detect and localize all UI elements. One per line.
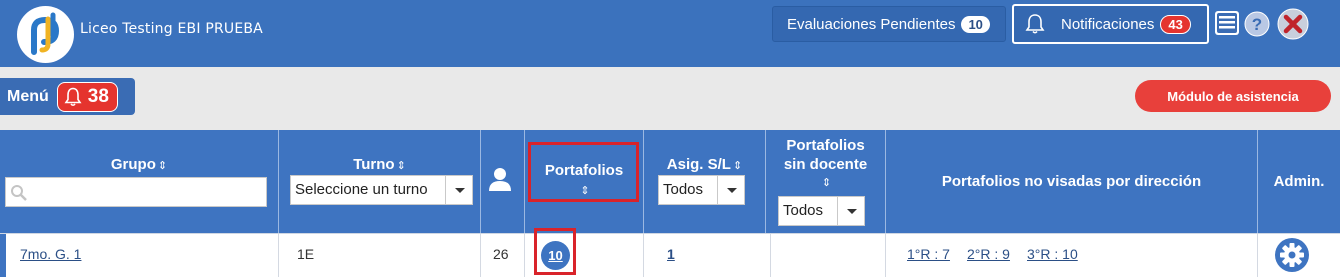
column-grupo: Grupo ⇕ — [0, 130, 279, 233]
logo-icon — [17, 6, 74, 63]
sort-icon[interactable]: ⇕ — [158, 160, 167, 172]
grupo-search-input[interactable] — [5, 177, 267, 207]
portafolios-count-link[interactable]: 10 — [541, 241, 570, 270]
pending-evaluations-button[interactable]: Evaluaciones Pendientes 10 — [772, 6, 1006, 42]
column-no-visadas: Portafolios no visadas por dirección — [886, 130, 1258, 233]
sort-icon[interactable]: ⇕ — [768, 174, 885, 193]
column-turno-header[interactable]: Turno ⇕ — [279, 156, 480, 173]
top-bar: Liceo Testing EBI PRUEBA Evaluaciones Pe… — [0, 0, 1340, 67]
chevron-down-icon — [717, 176, 744, 204]
notifications-count: 43 — [1160, 14, 1191, 34]
app-title: Liceo Testing EBI PRUEBA — [80, 21, 263, 37]
column-admin: Admin. — [1258, 130, 1340, 233]
menu-label: Menú — [7, 87, 49, 105]
portafolios-highlight-box — [528, 142, 639, 202]
chevron-down-icon — [837, 197, 864, 225]
turno-select[interactable]: Seleccione un turno — [290, 175, 473, 205]
no-visadas-link-1[interactable]: 1°R : 7 — [907, 246, 950, 262]
column-asig: Asig. S/L ⇕ Todos — [644, 130, 766, 233]
column-turno: Turno ⇕ Seleccione un turno — [279, 130, 481, 233]
column-no-visadas-label: Portafolios no visadas por dirección — [941, 173, 1202, 190]
cell-asig: 1 — [644, 234, 771, 277]
menu-alert-badge[interactable]: 38 — [56, 81, 118, 112]
bell-icon — [64, 87, 82, 106]
asig-select[interactable]: Todos — [658, 175, 745, 205]
turno-select-value: Seleccione un turno — [295, 181, 428, 198]
chevron-down-icon — [445, 176, 472, 204]
no-visadas-link-3[interactable]: 3°R : 10 — [1027, 246, 1078, 262]
close-icon[interactable] — [1277, 8, 1309, 40]
alumnos-value: 26 — [493, 246, 509, 262]
pending-evaluations-count: 10 — [961, 15, 990, 33]
notifications-label: Notificaciones — [1061, 15, 1155, 33]
column-sin-docente-label-1: Portafolios — [786, 137, 865, 154]
column-alumnos — [481, 130, 525, 233]
turno-value: 1E — [297, 246, 315, 262]
help-icon[interactable]: ? — [1244, 11, 1270, 37]
sin-docente-select-value: Todos — [783, 202, 824, 219]
menu-button[interactable]: Menú 38 — [0, 78, 135, 115]
cell-grupo: 7mo. G. 1 — [0, 234, 279, 277]
column-turno-label: Turno — [353, 156, 395, 173]
asig-link[interactable]: 1 — [667, 246, 675, 262]
column-admin-label: Admin. — [1273, 173, 1325, 190]
column-asig-label: Asig. S/L — [666, 156, 731, 173]
column-portafolios: Portafolios ⇕ — [525, 130, 644, 233]
cell-alumnos: 26 — [481, 234, 525, 277]
table-row: 7mo. G. 1 1E 26 10 1 1°R : 7 2°R : 9 3°R… — [0, 228, 1340, 277]
sort-icon[interactable]: ⇕ — [733, 160, 742, 172]
bell-icon — [1025, 14, 1045, 34]
cell-turno: 1E — [279, 234, 481, 277]
cell-no-visadas: 1°R : 7 2°R : 9 3°R : 10 — [886, 234, 1258, 277]
column-grupo-header[interactable]: Grupo ⇕ — [0, 156, 278, 173]
no-visadas-link-2[interactable]: 2°R : 9 — [967, 246, 1010, 262]
column-asig-header[interactable]: Asig. S/L ⇕ — [644, 156, 765, 173]
pending-evaluations-label: Evaluaciones Pendientes — [787, 15, 956, 33]
svg-text:?: ? — [1252, 15, 1262, 34]
list-icon[interactable] — [1214, 10, 1240, 36]
column-sin-docente-label-2: sin docente — [783, 156, 868, 173]
user-icon — [489, 168, 511, 191]
sort-icon[interactable]: ⇕ — [397, 160, 406, 172]
column-sin-docente-header[interactable]: Portafolios sin docente ⇕ — [766, 136, 885, 193]
column-grupo-label: Grupo — [110, 156, 156, 173]
sin-docente-select[interactable]: Todos — [778, 196, 865, 226]
menu-alert-count: 38 — [87, 85, 109, 107]
cell-sin-docente — [771, 234, 886, 277]
asig-select-value: Todos — [663, 181, 704, 198]
column-sin-docente: Portafolios sin docente ⇕ Todos — [766, 130, 886, 233]
gear-icon[interactable] — [1274, 237, 1310, 273]
sub-bar: Menú 38 Módulo de asistencia — [0, 67, 1340, 130]
attendance-module-button[interactable]: Módulo de asistencia — [1135, 80, 1331, 112]
table-header: Grupo ⇕ Turno ⇕ Seleccione un turno Portaf… — [0, 130, 1340, 233]
grupo-link[interactable]: 7mo. G. 1 — [20, 246, 81, 262]
search-icon — [11, 185, 27, 201]
notifications-button[interactable]: Notificaciones 43 — [1012, 4, 1209, 44]
